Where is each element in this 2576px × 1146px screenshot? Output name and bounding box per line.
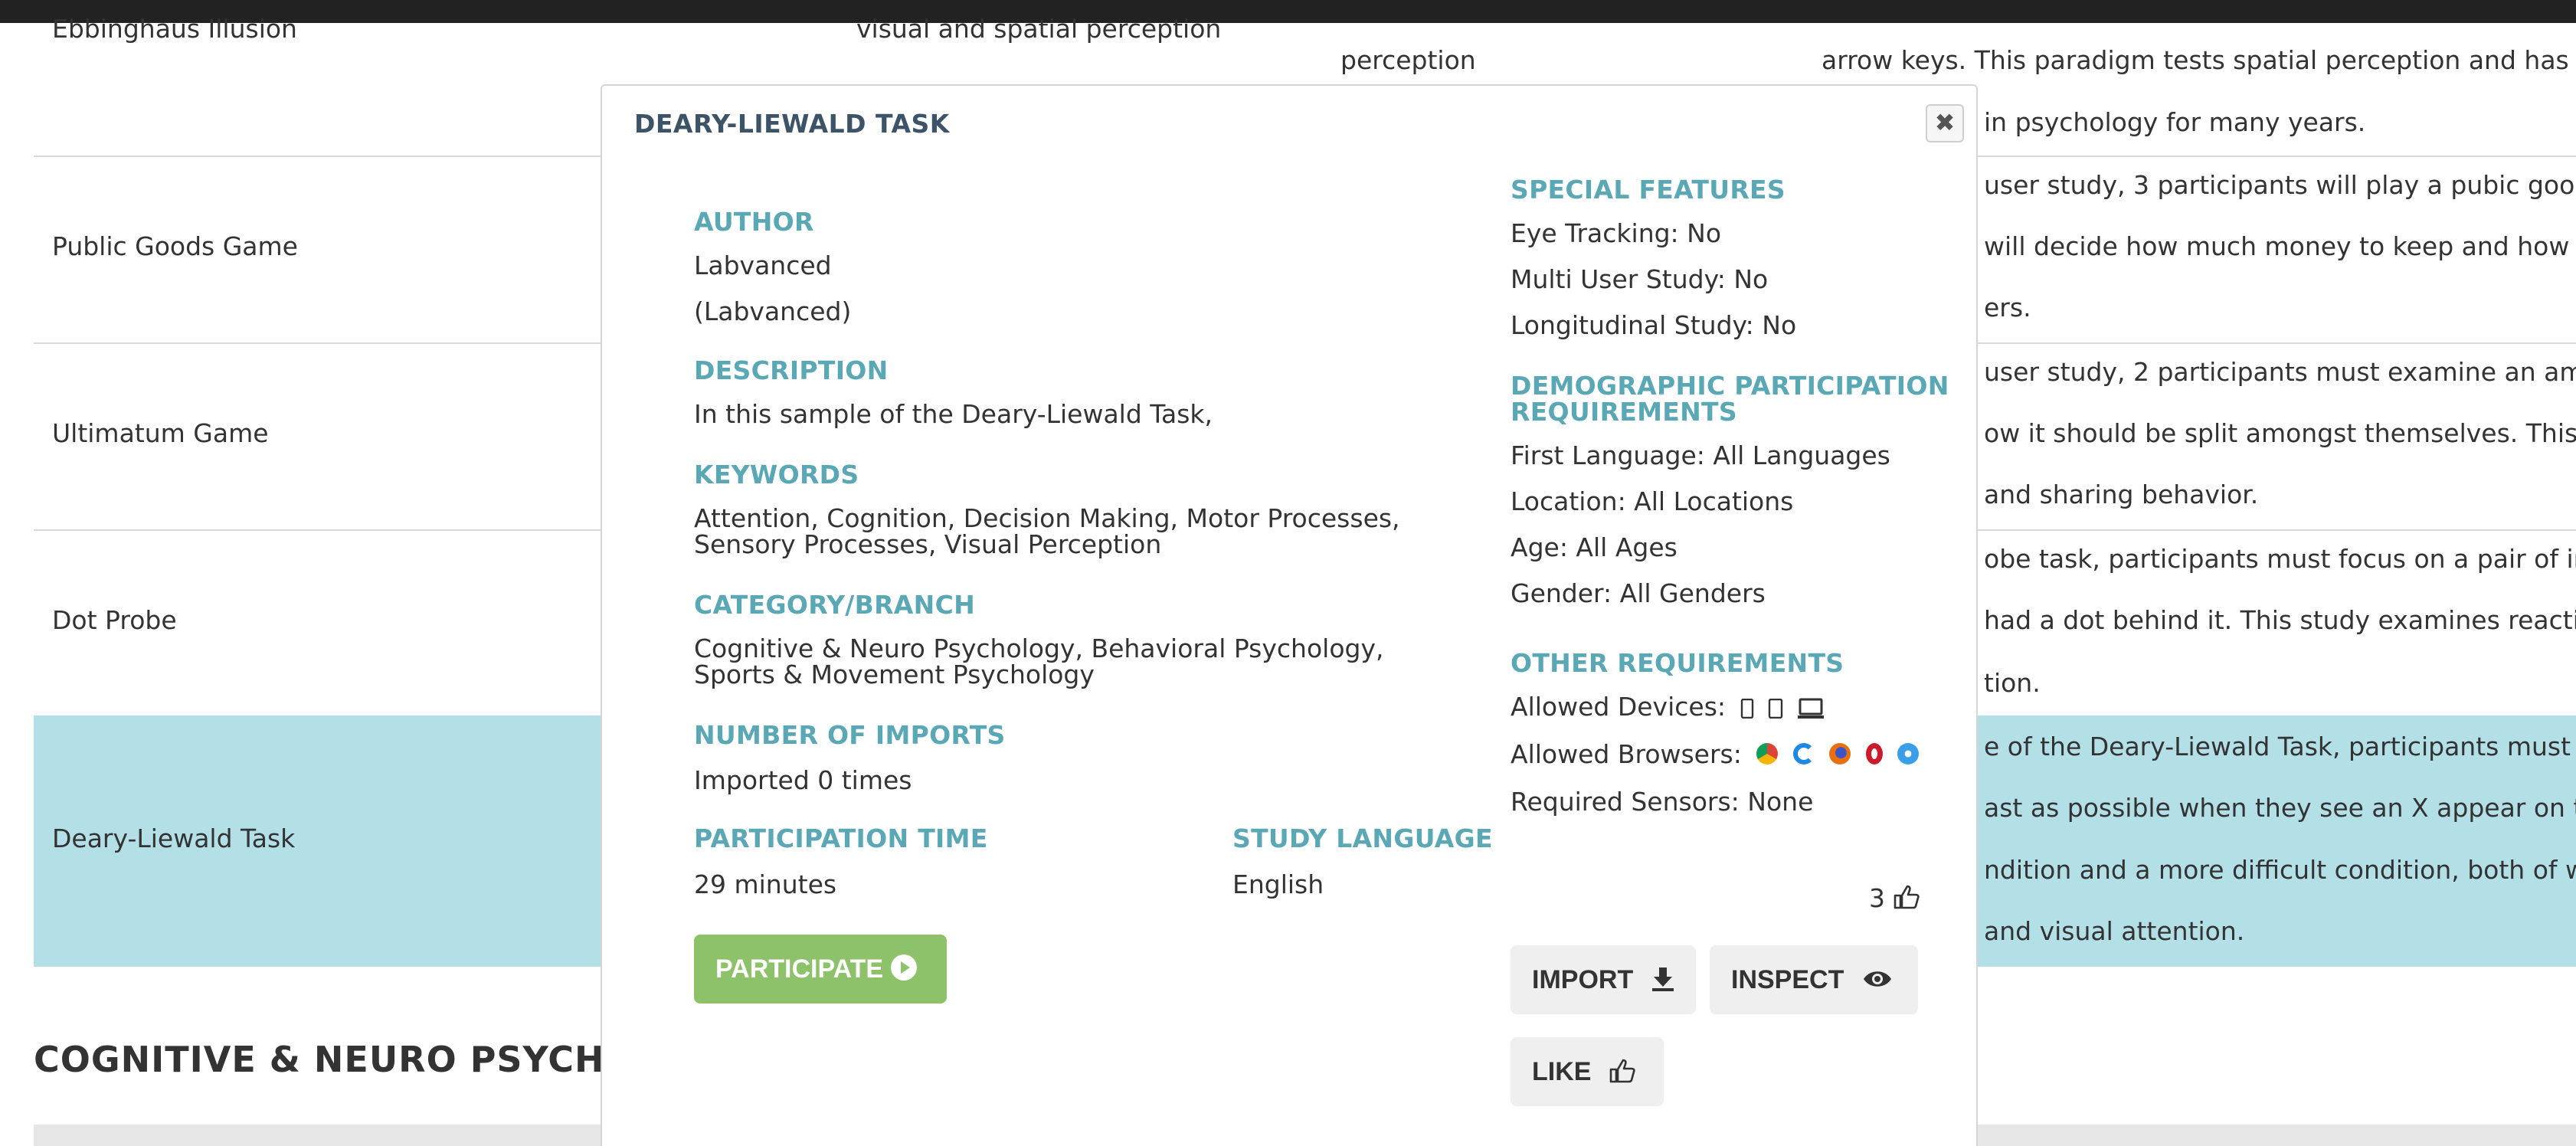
other-requirements-label: OTHER REQUIREMENTS xyxy=(1511,648,1844,678)
imports-label: NUMBER OF IMPORTS xyxy=(694,720,1006,750)
category-text: Cognitive & Neuro Psychology, Behavioral… xyxy=(694,634,1384,689)
row-desc-ebbinghaus: visual and spatial perception xyxy=(856,14,1222,44)
allowed-devices-row: Allowed Devices: xyxy=(1511,694,1824,720)
study-details-modal: DEARY-LIEWALD TASK ✖ AUTHOR Labvanced (L… xyxy=(601,84,1978,1146)
description-text: In this sample of the Deary-Liewald Task… xyxy=(694,399,1213,429)
play-icon xyxy=(891,954,918,981)
chrome-icon xyxy=(1756,742,1779,765)
row-name-ultimatum[interactable]: Ultimatum Game xyxy=(52,418,269,449)
desktop-icon xyxy=(1797,698,1824,719)
gender-value: Gender: All Genders xyxy=(1511,578,1766,608)
row-text-dot-probe-1: obe task, participants must focus on a p… xyxy=(1984,544,2576,574)
participation-time-label: PARTICIPATION TIME xyxy=(694,823,988,853)
row-name-dot-probe[interactable]: Dot Probe xyxy=(52,605,177,636)
demographic-label-line2: REQUIREMENTS xyxy=(1511,397,1737,427)
age-value: Age: All Ages xyxy=(1511,532,1678,562)
allowed-browsers-row: Allowed Browsers: xyxy=(1511,739,1920,769)
like-label: LIKE xyxy=(1532,1057,1592,1086)
import-label: IMPORT xyxy=(1532,965,1634,994)
author-label: AUTHOR xyxy=(694,207,814,237)
imports-text: Imported 0 times xyxy=(694,765,912,795)
row-text-public-goods-2: will decide how much money to keep and h… xyxy=(1984,231,2576,261)
author-org: (Labvanced) xyxy=(694,296,852,326)
participate-label: PARTICIPATE xyxy=(715,954,884,984)
row-text-dot-probe-3: tion. xyxy=(1984,668,2041,698)
row-text-deary-3: ndition and a more difficult condition, … xyxy=(1984,855,2576,885)
location-value: Location: All Locations xyxy=(1511,486,1794,516)
row-text-deary-1: e of the Deary-Liewald Task, participant… xyxy=(1984,732,2576,761)
thumbs-up-icon xyxy=(1894,885,1920,909)
first-language-value: First Language: All Languages xyxy=(1511,440,1890,470)
row-keyword-ebbinghaus: perception xyxy=(1340,45,1476,75)
row-text-dot-probe-2: had a dot behind it. This study examines… xyxy=(1984,605,2576,635)
row-name-public-goods[interactable]: Public Goods Game xyxy=(52,231,298,262)
thumbs-up-icon xyxy=(1609,1059,1635,1083)
keywords-label: KEYWORDS xyxy=(694,460,859,490)
row-text-deary-2: ast as possible when they see an X appea… xyxy=(1984,793,2576,823)
row-text-ebbinghaus-1: arrow keys. This paradigm tests spatial … xyxy=(1822,45,2576,75)
keywords-text: Attention, Cognition, Decision Making, M… xyxy=(694,503,1400,559)
opera-icon xyxy=(1865,742,1883,765)
study-language-value: English xyxy=(1232,869,1324,899)
row-text-deary-4: and visual attention. xyxy=(1984,916,2245,946)
import-button[interactable]: IMPORT xyxy=(1511,945,1696,1014)
likes-count-row: 3 xyxy=(1869,883,1920,913)
participate-button[interactable]: PARTICIPATE xyxy=(694,935,947,1004)
close-button[interactable]: ✖ xyxy=(1926,104,1964,142)
top-bar xyxy=(0,0,2576,23)
author-name[interactable]: Labvanced xyxy=(694,253,832,279)
row-text-ultimatum-1: user study, 2 participants must examine … xyxy=(1984,357,2576,387)
allowed-devices-label: Allowed Devices: xyxy=(1511,692,1726,722)
allowed-browsers-label: Allowed Browsers: xyxy=(1511,739,1742,769)
description-label: DESCRIPTION xyxy=(694,355,889,385)
longitudinal-value: Longitudinal Study: No xyxy=(1511,310,1797,340)
row-name-deary-liewald[interactable]: Deary-Liewald Task xyxy=(52,823,295,854)
row-text-public-goods-3: ers. xyxy=(1984,293,2031,323)
close-icon: ✖ xyxy=(1934,108,1956,137)
row-name-ebbinghaus[interactable]: Ebbinghaus Illusion xyxy=(52,14,297,44)
mobile-icon xyxy=(1740,698,1753,719)
likes-count: 3 xyxy=(1869,883,1885,913)
safari-icon xyxy=(1897,742,1920,765)
participation-time-value: 29 minutes xyxy=(694,869,837,899)
row-text-ultimatum-2: ow it should be split amongst themselves… xyxy=(1984,418,2576,448)
multi-user-value: Multi User Study: No xyxy=(1511,264,1769,294)
eye-tracking-value: Eye Tracking: No xyxy=(1511,218,1722,248)
modal-title: DEARY-LIEWALD TASK xyxy=(634,109,950,139)
row-text-ebbinghaus-2: in psychology for many years. xyxy=(1984,107,2366,137)
category-label: CATEGORY/BRANCH xyxy=(694,590,976,620)
row-text-public-goods-1: user study, 3 participants will play a p… xyxy=(1984,170,2576,200)
eye-icon xyxy=(1863,971,1891,987)
download-icon xyxy=(1651,968,1674,992)
edge-icon xyxy=(1792,742,1815,765)
like-button[interactable]: LIKE xyxy=(1511,1037,1664,1106)
inspect-label: INSPECT xyxy=(1731,965,1844,994)
firefox-icon xyxy=(1829,742,1851,765)
row-text-ultimatum-3: and sharing behavior. xyxy=(1984,480,2259,509)
tablet-icon xyxy=(1768,698,1783,719)
required-sensors-value: Required Sensors: None xyxy=(1511,787,1814,817)
study-language-label: STUDY LANGUAGE xyxy=(1232,823,1493,853)
special-features-label: SPECIAL FEATURES xyxy=(1511,175,1786,205)
inspect-button[interactable]: INSPECT xyxy=(1710,945,1918,1014)
